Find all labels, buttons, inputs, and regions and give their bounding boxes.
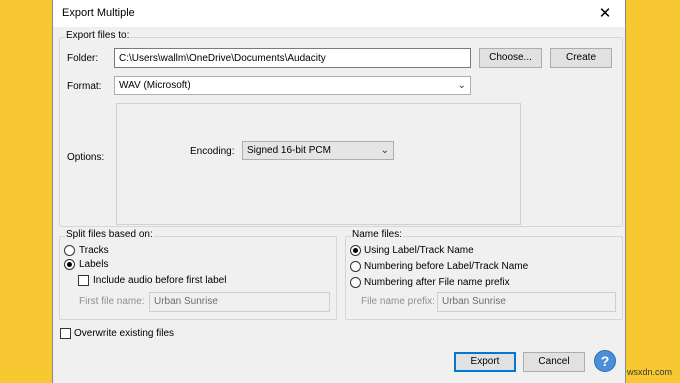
numbering-after-radio-label[interactable]: Numbering after File name prefix (364, 277, 510, 288)
overwrite-label[interactable]: Overwrite existing files (74, 328, 174, 339)
tracks-radio[interactable] (64, 245, 75, 256)
chevron-down-icon: ⌄ (380, 145, 389, 156)
format-select-value: WAV (Microsoft) (119, 80, 191, 91)
chevron-down-icon: ⌄ (457, 80, 466, 91)
numbering-before-radio[interactable] (350, 261, 361, 272)
overwrite-checkbox[interactable] (60, 328, 71, 339)
encoding-select-value: Signed 16-bit PCM (247, 145, 331, 156)
dialog-title: Export Multiple (62, 7, 135, 19)
export-button[interactable]: Export (454, 352, 516, 372)
using-label-radio-label[interactable]: Using Label/Track Name (364, 245, 474, 256)
name-files-group-label: Name files: (351, 229, 404, 240)
using-label-radio[interactable] (350, 245, 361, 256)
labels-radio-label[interactable]: Labels (79, 259, 108, 270)
folder-label: Folder: (67, 53, 99, 64)
title-bar: Export Multiple ✕ (53, 0, 625, 27)
close-icon[interactable]: ✕ (585, 0, 625, 27)
labels-radio[interactable] (64, 259, 75, 270)
encoding-label: Encoding: (190, 146, 235, 157)
split-files-group-label: Split files based on: (65, 229, 154, 240)
tracks-radio-label[interactable]: Tracks (79, 245, 109, 256)
format-label: Format: (67, 81, 102, 92)
include-audio-label[interactable]: Include audio before first label (93, 275, 226, 286)
watermark: wsxdn.com (627, 367, 673, 377)
include-audio-checkbox[interactable] (78, 275, 89, 286)
options-label: Options: (67, 152, 105, 163)
file-name-prefix-label: File name prefix: (361, 296, 435, 307)
numbering-before-radio-label[interactable]: Numbering before Label/Track Name (364, 261, 528, 272)
export-files-group-label: Export files to: (65, 30, 131, 41)
export-multiple-dialog: Export Multiple ✕ Export files to: Folde… (52, 0, 626, 383)
file-name-prefix-input[interactable]: Urban Sunrise (437, 292, 616, 312)
first-file-name-label: First file name: (79, 296, 145, 307)
help-icon[interactable]: ? (594, 350, 616, 372)
format-select[interactable]: WAV (Microsoft) ⌄ (114, 76, 471, 95)
first-file-name-input[interactable]: Urban Sunrise (149, 292, 330, 312)
cancel-button[interactable]: Cancel (523, 352, 585, 372)
encoding-select[interactable]: Signed 16-bit PCM ⌄ (242, 141, 394, 160)
folder-input[interactable]: C:\Users\wallm\OneDrive\Documents\Audaci… (114, 48, 471, 68)
choose-button[interactable]: Choose... (479, 48, 542, 68)
numbering-after-radio[interactable] (350, 277, 361, 288)
options-panel (116, 103, 521, 225)
create-button[interactable]: Create (550, 48, 612, 68)
